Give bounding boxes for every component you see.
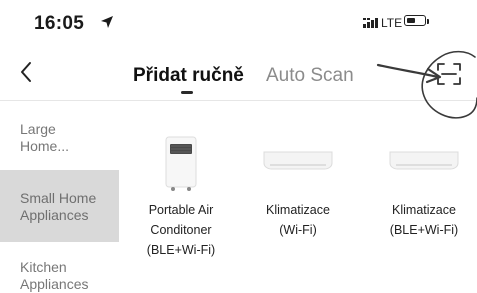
chevron-left-icon[interactable] bbox=[14, 58, 40, 86]
signal-bars-icon bbox=[363, 18, 378, 28]
sidebar-item-large-home[interactable]: Large Home... bbox=[0, 121, 119, 161]
sidebar-item-small-home-appliances[interactable]: Small Home Appliances bbox=[0, 170, 119, 242]
battery-level-fill bbox=[406, 17, 416, 23]
tab-auto-scan[interactable]: Auto Scan bbox=[266, 65, 354, 87]
product-wall-ac-ble-wifi[interactable]: Klimatizace (BLE+Wi-Fi) bbox=[374, 136, 474, 246]
battery-icon bbox=[404, 15, 426, 26]
category-sidebar: Large Home... Small Home Appliances Kitc… bbox=[0, 101, 119, 292]
network-type: LTE bbox=[381, 16, 403, 30]
tab-add-manually[interactable]: Přidat ručně bbox=[133, 65, 244, 87]
tab-active-indicator bbox=[181, 91, 193, 94]
product-name-line: Conditoner bbox=[150, 223, 212, 237]
product-name-line: (BLE+Wi-Fi) bbox=[146, 243, 216, 257]
status-time: 16:05 bbox=[34, 13, 85, 34]
product-name-line: Klimatizace bbox=[392, 203, 456, 217]
status-bar: 16:05 LTE bbox=[0, 0, 477, 44]
location-arrow-icon bbox=[101, 16, 113, 28]
product-wall-ac-wifi[interactable]: Klimatizace (Wi-Fi) bbox=[248, 136, 348, 246]
annotation-circle-arrow bbox=[376, 50, 477, 119]
product-portable-air-conditioner[interactable]: Portable Air Conditoner (BLE+Wi-Fi) bbox=[131, 136, 231, 261]
product-name-line: Klimatizace bbox=[266, 203, 330, 217]
product-name-line: Portable Air bbox=[148, 203, 214, 217]
wall-air-conditioner-icon bbox=[263, 151, 333, 170]
product-name-line: (Wi-Fi) bbox=[279, 223, 317, 237]
portable-air-conditioner-icon bbox=[165, 136, 197, 191]
product-name-line: (BLE+Wi-Fi) bbox=[389, 223, 459, 237]
sidebar-item-kitchen-appliances[interactable]: Kitchen Appliances bbox=[0, 259, 119, 293]
battery-tip bbox=[427, 19, 429, 24]
wall-air-conditioner-icon bbox=[389, 151, 459, 170]
